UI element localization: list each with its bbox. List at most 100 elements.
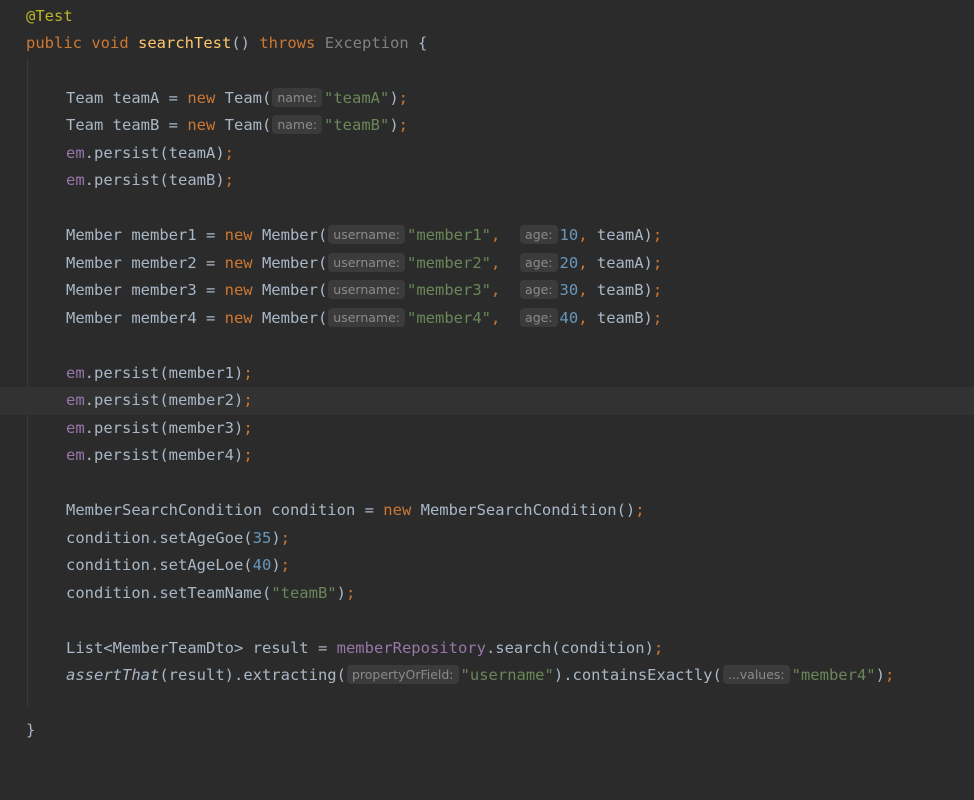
semicolon: ; — [884, 666, 895, 684]
number-literal: 40 — [559, 309, 579, 327]
token: Team teamA = — [66, 89, 188, 107]
token: teamB) — [587, 281, 653, 299]
string-literal: "member4" — [791, 666, 876, 684]
keyword: new — [224, 254, 253, 272]
number-literal: 35 — [252, 529, 272, 547]
number-literal: 10 — [559, 226, 579, 244]
number-literal: 20 — [559, 254, 579, 272]
token: ) — [875, 666, 885, 684]
keyword: new — [224, 309, 253, 327]
token: ) — [336, 584, 346, 602]
code-line: Team teamB = new Team(name: "teamB"); — [0, 112, 974, 140]
semicolon: ; — [243, 446, 253, 464]
token: .persist(member3) — [84, 419, 244, 437]
comma: , — [491, 309, 501, 327]
token: .persist(member4) — [84, 446, 244, 464]
parameter-hint: username: — [328, 308, 406, 327]
token: .persist(member1) — [84, 364, 244, 382]
token: List<MemberTeamDto> result = — [66, 639, 337, 657]
token: condition.setAgeLoe( — [66, 556, 253, 574]
parameter-hint: age: — [520, 253, 558, 272]
token: teamB) — [587, 309, 653, 327]
semicolon: ; — [652, 254, 663, 272]
code-line: @Test — [0, 3, 974, 31]
code-line: Member member2 = new Member(username: "me… — [0, 250, 974, 278]
code-line: Member member4 = new Member(username: "me… — [0, 305, 974, 333]
parameter-hint: ...values: — [722, 665, 790, 684]
keyword: new — [187, 116, 216, 134]
parameter-hint: age: — [520, 280, 558, 299]
parameter-hint: name: — [272, 88, 322, 107]
annotation: @Test — [26, 7, 73, 25]
semicolon: ; — [224, 144, 234, 162]
semicolon: ; — [280, 529, 290, 547]
code-line: Member member3 = new Member(username: "me… — [0, 277, 974, 305]
token: Member member4 = — [66, 309, 225, 327]
field-ref: em — [66, 446, 85, 464]
string-literal: "teamA" — [324, 89, 390, 107]
code-line: em.persist(teamA); — [0, 140, 974, 168]
string-literal: "member3" — [407, 281, 492, 299]
token: Member( — [252, 226, 328, 244]
parameter-hint: username: — [328, 280, 406, 299]
semicolon: ; — [243, 364, 253, 382]
field-ref: memberRepository — [336, 639, 486, 657]
token: condition.setTeamName( — [66, 584, 272, 602]
comma: , — [491, 281, 501, 299]
semicolon: ; — [280, 556, 290, 574]
field-ref: em — [66, 364, 85, 382]
closing-brace: } — [26, 721, 36, 739]
code-editor[interactable]: @Test public void searchTest() throws Ex… — [0, 0, 974, 745]
comma: , — [578, 226, 588, 244]
string-literal: "member4" — [407, 309, 492, 327]
code-line: List<MemberTeamDto> result = memberRepos… — [0, 635, 974, 663]
number-literal: 40 — [252, 556, 272, 574]
token: .search(condition) — [485, 639, 654, 657]
semicolon: ; — [243, 419, 253, 437]
exception-type: Exception — [324, 34, 409, 52]
token: .persist(teamA) — [84, 144, 225, 162]
token: ) — [271, 556, 281, 574]
code-line: condition.setAgeLoe(40); — [0, 552, 974, 580]
token: Member member1 = — [66, 226, 225, 244]
keyword: throws — [259, 34, 316, 52]
string-literal: "teamB" — [271, 584, 337, 602]
keyword: public — [26, 34, 82, 52]
string-literal: "member1" — [407, 226, 492, 244]
string-literal: "teamB" — [324, 116, 390, 134]
token: ).containsExactly( — [553, 666, 722, 684]
static-method: assertThat — [66, 666, 160, 684]
keyword: new — [187, 89, 216, 107]
code-line: em.persist(member4); — [0, 442, 974, 470]
string-literal: "member2" — [407, 254, 492, 272]
token: condition.setAgeGoe( — [66, 529, 253, 547]
parameter-hint: username: — [328, 253, 406, 272]
token: Team( — [215, 89, 272, 107]
token: .persist(member2) — [84, 391, 244, 409]
token: Team( — [215, 116, 272, 134]
parameter-hint: age: — [520, 225, 558, 244]
token: { — [408, 34, 428, 52]
string-literal: "username" — [460, 666, 554, 684]
code-line: em.persist(member3); — [0, 415, 974, 443]
token: () — [231, 34, 260, 52]
token: .persist(teamB) — [84, 171, 225, 189]
comma: , — [578, 281, 588, 299]
token: teamA) — [587, 226, 653, 244]
semicolon: ; — [652, 309, 663, 327]
token: Team teamB = — [66, 116, 188, 134]
token: ) — [389, 116, 399, 134]
code-line: em.persist(teamB); — [0, 167, 974, 195]
keyword: void — [91, 34, 129, 52]
method-name: searchTest — [138, 34, 232, 52]
semicolon: ; — [345, 584, 356, 602]
semicolon: ; — [398, 116, 409, 134]
field-ref: em — [66, 419, 85, 437]
parameter-hint: username: — [328, 225, 406, 244]
semicolon: ; — [398, 89, 409, 107]
comma: , — [491, 254, 501, 272]
token: (result).extracting( — [159, 666, 346, 684]
comma: , — [491, 226, 501, 244]
code-line: Team teamA = new Team(name: "teamA"); — [0, 85, 974, 113]
code-line: condition.setTeamName("teamB"); — [0, 580, 974, 608]
